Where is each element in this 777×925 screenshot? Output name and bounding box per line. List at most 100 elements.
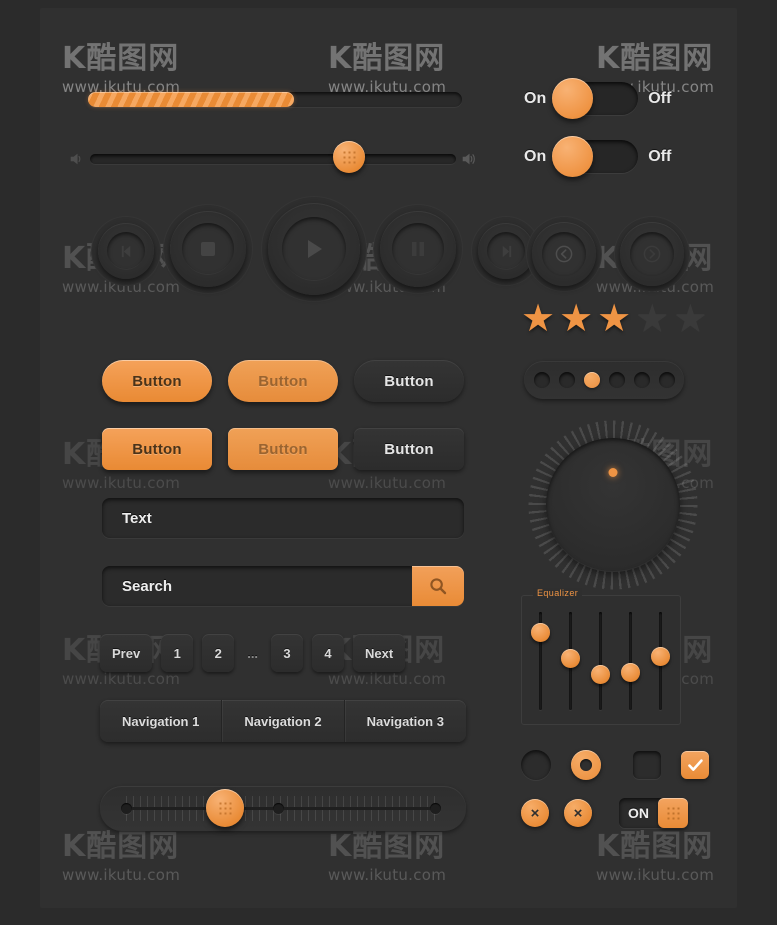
- selection-controls-row: [521, 750, 709, 780]
- chevron-right-icon: [643, 245, 661, 263]
- toggle-track[interactable]: [552, 78, 639, 119]
- play-icon: [308, 240, 322, 258]
- on-switch[interactable]: ON: [619, 798, 688, 828]
- pagination-page-4[interactable]: 4: [312, 634, 345, 672]
- toggle-knob[interactable]: [552, 136, 594, 177]
- dot-pagination[interactable]: [524, 361, 684, 399]
- speaker-icon: [462, 153, 475, 165]
- grip-texture: [217, 801, 232, 815]
- eq-band-5[interactable]: [651, 612, 670, 710]
- eq-band-knob[interactable]: [531, 622, 550, 642]
- toggle-switch-2[interactable]: On Off: [524, 136, 671, 177]
- star-5[interactable]: ★: [673, 300, 707, 338]
- pagination-page-3[interactable]: 3: [271, 634, 304, 672]
- button-rect-disabled[interactable]: Button: [354, 428, 464, 470]
- eq-band-knob[interactable]: [651, 647, 670, 667]
- dot-6[interactable]: [658, 372, 675, 388]
- action-controls-row: × × ON: [521, 798, 688, 828]
- pause-button[interactable]: [380, 211, 456, 287]
- ruler-stop-100[interactable]: [430, 803, 441, 814]
- previous-icon: [121, 245, 130, 257]
- eq-band-rail: [629, 612, 632, 710]
- chevron-left-icon: [555, 245, 573, 263]
- star-rating[interactable]: ★ ★ ★ ★ ★: [521, 300, 707, 338]
- volume-slider-knob[interactable]: [333, 141, 365, 173]
- volume-slider[interactable]: [68, 141, 478, 173]
- pause-icon: [412, 242, 424, 256]
- button-label: Button: [132, 372, 182, 390]
- close-button-2[interactable]: ×: [564, 799, 592, 827]
- toggle-knob[interactable]: [552, 78, 594, 119]
- pagination-page-2[interactable]: 2: [202, 634, 235, 672]
- grip-texture: [342, 150, 356, 164]
- grip-texture: [665, 805, 681, 821]
- progress-bar[interactable]: [88, 92, 462, 107]
- ruler-slider[interactable]: [100, 786, 466, 831]
- dot-3[interactable]: [583, 372, 600, 388]
- eq-band-2[interactable]: [561, 612, 580, 710]
- radio-checked[interactable]: [571, 750, 601, 780]
- checkbox-checked[interactable]: [681, 751, 709, 779]
- search-input[interactable]: Search: [102, 566, 464, 606]
- dot-5[interactable]: [633, 372, 650, 388]
- dot-1[interactable]: [533, 372, 550, 388]
- radio-unchecked[interactable]: [521, 750, 551, 780]
- text-input[interactable]: Text: [102, 498, 464, 538]
- button-hover[interactable]: Button: [228, 360, 338, 402]
- play-button[interactable]: [268, 203, 360, 295]
- progress-bar-fill: [88, 92, 294, 107]
- star-4[interactable]: ★: [635, 300, 669, 338]
- pagination-ellipsis: ...: [247, 645, 259, 661]
- nav-item-1[interactable]: Navigation 1: [100, 700, 223, 742]
- on-switch-label: ON: [628, 805, 649, 821]
- star-2[interactable]: ★: [559, 300, 593, 338]
- arrow-left-button[interactable]: [532, 222, 596, 286]
- star-3[interactable]: ★: [597, 300, 631, 338]
- toggle-on-label: On: [524, 89, 547, 107]
- pagination: Prev 1 2 ... 3 4 Next: [100, 634, 406, 672]
- eq-band-knob[interactable]: [561, 648, 580, 668]
- dial-indicator: [608, 468, 618, 477]
- eq-band-knob[interactable]: [591, 664, 610, 684]
- star-1[interactable]: ★: [521, 300, 555, 338]
- text-input-value: Text: [122, 509, 152, 527]
- stop-button[interactable]: [170, 211, 246, 287]
- close-button-1[interactable]: ×: [521, 799, 549, 827]
- button-disabled[interactable]: Button: [354, 360, 464, 402]
- arrow-right-button[interactable]: [620, 222, 684, 286]
- check-icon: [687, 758, 703, 771]
- pagination-page-1[interactable]: 1: [161, 634, 194, 672]
- ruler-stop-50[interactable]: [273, 803, 284, 814]
- dot-4[interactable]: [608, 372, 625, 388]
- media-controls: [98, 203, 534, 299]
- next-icon: [502, 245, 511, 257]
- button-rect-primary[interactable]: Button: [102, 428, 212, 470]
- ui-kit-canvas: K酷图网 www.ikutu.com K酷图网 www.ikutu.com K酷…: [0, 0, 777, 925]
- pagination-next[interactable]: Next: [353, 634, 406, 672]
- search-button[interactable]: [412, 566, 464, 606]
- ruler-slider-knob[interactable]: [205, 789, 244, 827]
- eq-band-3[interactable]: [591, 612, 610, 710]
- dot-2[interactable]: [558, 372, 575, 388]
- eq-band-knob[interactable]: [621, 663, 640, 683]
- toggle-track[interactable]: [552, 136, 639, 177]
- button-rect-hover[interactable]: Button: [228, 428, 338, 470]
- volume-slider-track[interactable]: [90, 154, 456, 164]
- on-switch-handle[interactable]: [658, 798, 688, 828]
- toggle-on-label: On: [524, 147, 547, 165]
- eq-band-1[interactable]: [531, 612, 550, 710]
- dial-face[interactable]: [546, 438, 680, 572]
- arrow-buttons: [524, 212, 704, 296]
- button-primary[interactable]: Button: [102, 360, 212, 402]
- checkbox-unchecked[interactable]: [633, 751, 661, 779]
- ruler-stop-0[interactable]: [121, 803, 132, 814]
- eq-band-rail: [599, 612, 602, 710]
- prev-button[interactable]: [98, 223, 154, 279]
- nav-item-3[interactable]: Navigation 3: [345, 700, 466, 742]
- nav-item-2[interactable]: Navigation 2: [222, 700, 345, 742]
- toggle-switch-1[interactable]: On Off: [524, 78, 671, 119]
- search-icon: [430, 578, 447, 595]
- dial-knob[interactable]: [528, 420, 698, 590]
- eq-band-4[interactable]: [621, 612, 640, 710]
- pagination-prev[interactable]: Prev: [100, 634, 153, 672]
